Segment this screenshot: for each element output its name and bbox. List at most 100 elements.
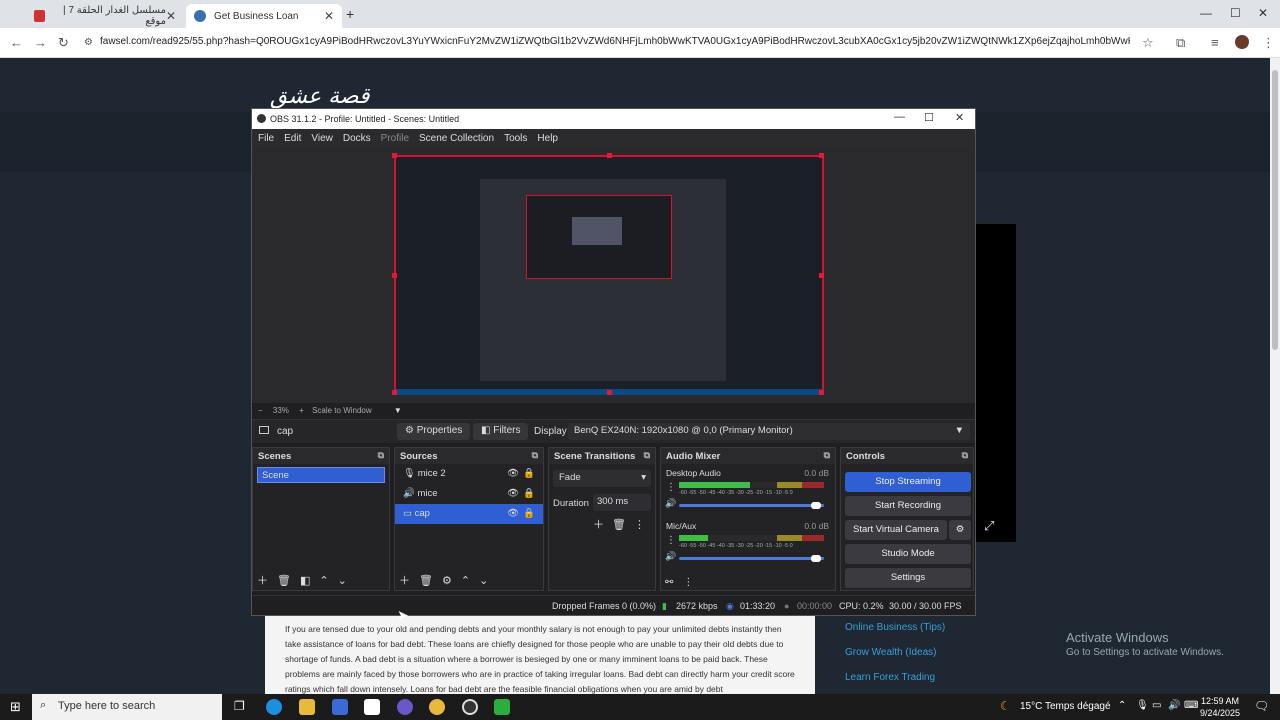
app-icon[interactable]: [397, 699, 413, 715]
site-info-icon[interactable]: ⚙: [84, 37, 93, 48]
obs-taskbar-icon[interactable]: [462, 699, 478, 715]
resize-handle[interactable]: [607, 153, 612, 158]
volume-slider[interactable]: [679, 557, 824, 560]
more-icon[interactable]: ⋮: [634, 519, 653, 531]
undock-icon[interactable]: ⧉: [644, 450, 650, 461]
chrome-icon[interactable]: [429, 699, 445, 715]
trash-icon[interactable]: 🗑: [612, 519, 634, 531]
source-item[interactable]: 🎙 mice 2 👁 🔒: [395, 464, 543, 484]
source-item-selected[interactable]: ▭ cap 👁 🔒: [395, 504, 543, 524]
eye-icon[interactable]: 👁: [507, 508, 519, 519]
menu-view[interactable]: View: [311, 133, 333, 144]
trash-icon[interactable]: 🗑: [277, 575, 300, 587]
browser-tab-active[interactable]: Get Business Loan ✕: [186, 4, 342, 28]
undock-icon[interactable]: ⧉: [962, 450, 968, 461]
profile-avatar[interactable]: [1235, 35, 1249, 49]
menu-help[interactable]: Help: [537, 133, 558, 144]
more-icon[interactable]: ⋮: [666, 535, 676, 546]
menu-scene-collection[interactable]: Scene Collection: [419, 133, 494, 144]
eye-icon[interactable]: 👁: [507, 468, 519, 479]
new-tab-icon[interactable]: +: [346, 6, 354, 22]
zoom-in-icon[interactable]: +: [299, 406, 304, 415]
properties-button[interactable]: ⚙ Properties: [397, 423, 471, 440]
lock-icon[interactable]: 🔒: [523, 468, 535, 479]
scene-item[interactable]: Scene: [257, 467, 385, 483]
fullscreen-icon[interactable]: ⤢: [984, 518, 994, 534]
network-icon[interactable]: ▭: [1152, 700, 1161, 711]
maximize-icon[interactable]: ☐: [1230, 6, 1241, 20]
weather-text[interactable]: 15°C Temps dégagé: [1020, 701, 1111, 712]
sidebar-link[interactable]: Online Business (Tips): [845, 622, 1025, 639]
resize-handle[interactable]: [392, 153, 397, 158]
selected-source-capture[interactable]: [392, 153, 824, 395]
keyboard-icon[interactable]: ⌨: [1184, 700, 1198, 711]
menu-file[interactable]: File: [258, 133, 274, 144]
add-icon[interactable]: ＋: [593, 519, 612, 531]
taskbar-search[interactable]: ⌕ Type here to search: [32, 694, 222, 720]
speaker-icon[interactable]: 🔊: [665, 551, 676, 562]
browser-tab[interactable]: مسلسل الغدار الحلقة 7 | موقع ✕: [26, 4, 184, 28]
close-icon[interactable]: ✕: [955, 111, 964, 124]
lock-icon[interactable]: 🔒: [523, 508, 535, 519]
more-icon[interactable]: ⋮: [683, 577, 703, 588]
edge-icon[interactable]: [266, 699, 282, 715]
close-tab-icon[interactable]: ✕: [324, 9, 334, 23]
move-up-icon[interactable]: ⌃: [461, 575, 479, 587]
volume-knob[interactable]: [811, 502, 821, 509]
resize-handle[interactable]: [392, 273, 397, 278]
volume-knob[interactable]: [811, 555, 821, 562]
reading-list-icon[interactable]: ≡: [1211, 35, 1219, 50]
browser-menu-icon[interactable]: ⋮: [1262, 35, 1275, 51]
more-icon[interactable]: ⋮: [666, 482, 676, 493]
close-window-icon[interactable]: ✕: [1258, 6, 1268, 20]
display-select[interactable]: BenQ EX240N: 1920x1080 @ 0,0 (Primary Mo…: [568, 423, 970, 440]
tray-clock[interactable]: 12:59 AM 9/24/2025: [1200, 695, 1240, 719]
scale-to-window[interactable]: Scale to Window: [312, 406, 372, 415]
store-icon[interactable]: [332, 699, 348, 715]
forward-icon[interactable]: →: [34, 35, 47, 50]
speaker-icon[interactable]: 🔊: [665, 498, 676, 509]
preview-canvas[interactable]: [252, 147, 975, 403]
gear-icon[interactable]: ⚙: [442, 575, 461, 587]
undock-icon[interactable]: ⧉: [532, 450, 538, 461]
url-field[interactable]: fawsel.com/read925/55.php?hash=Q0ROUGx1c…: [100, 36, 1130, 47]
virtual-camera-settings-button[interactable]: ⚙: [949, 520, 971, 540]
move-down-icon[interactable]: ⌄: [338, 575, 356, 587]
sidebar-link[interactable]: Learn Forex Trading: [845, 672, 1025, 689]
sidebar-link[interactable]: Grow Wealth (Ideas): [845, 647, 1025, 664]
notifications-icon[interactable]: 🗨: [1254, 699, 1269, 713]
move-down-icon[interactable]: ⌄: [479, 575, 497, 587]
resize-handle[interactable]: [819, 153, 824, 158]
reload-icon[interactable]: ↻: [58, 35, 69, 51]
add-icon[interactable]: ＋: [399, 575, 419, 587]
resize-handle[interactable]: [819, 390, 824, 395]
source-item[interactable]: 🔊 mice 👁 🔒: [395, 484, 543, 504]
back-icon[interactable]: ←: [10, 35, 23, 50]
menu-tools[interactable]: Tools: [504, 133, 527, 144]
move-up-icon[interactable]: ⌃: [319, 575, 337, 587]
eye-icon[interactable]: 👁: [507, 488, 519, 499]
bookmark-star-icon[interactable]: ☆: [1142, 35, 1154, 51]
file-explorer-icon[interactable]: [299, 699, 315, 715]
extensions-icon[interactable]: ⧉: [1176, 35, 1185, 51]
settings-button[interactable]: Settings: [845, 568, 971, 588]
undock-icon[interactable]: ⧉: [824, 450, 830, 461]
start-recording-button[interactable]: Start Recording: [845, 496, 971, 516]
app-icon-green[interactable]: [494, 699, 510, 715]
close-tab-icon[interactable]: ✕: [166, 9, 176, 23]
volume-slider[interactable]: [679, 504, 824, 507]
microphone-icon[interactable]: 🎙: [1136, 700, 1149, 711]
tray-chevron-icon[interactable]: ⌃: [1118, 700, 1126, 711]
undock-icon[interactable]: ⧉: [378, 450, 384, 461]
volume-icon[interactable]: 🔊: [1168, 700, 1180, 711]
link-icon[interactable]: ⚯: [665, 577, 683, 588]
menu-docks[interactable]: Docks: [343, 133, 371, 144]
lock-icon[interactable]: 🔒: [523, 488, 535, 499]
zoom-out-icon[interactable]: −: [258, 406, 263, 415]
menu-profile[interactable]: Profile: [381, 133, 409, 144]
minimize-icon[interactable]: —: [1200, 6, 1212, 20]
resize-handle[interactable]: [819, 273, 824, 278]
windows-start-icon[interactable]: ⊞: [10, 699, 21, 715]
filters-button[interactable]: ◧ Filters: [473, 423, 529, 440]
add-icon[interactable]: ＋: [257, 575, 277, 587]
